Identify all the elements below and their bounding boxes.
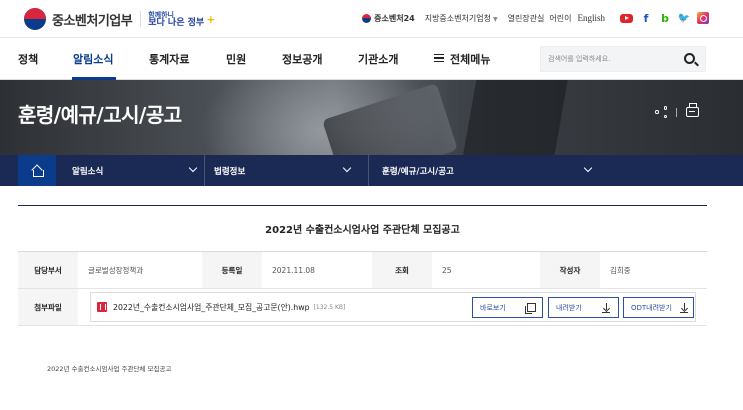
preview-icon (525, 303, 536, 314)
dept-label: 담당부서 (18, 252, 78, 288)
sme24-link[interactable]: 중소벤처24 (362, 13, 415, 24)
table-row: 첨부파일 2022년_수출컨소시엄사업_주관단체_모집_공고문(안).hwp [… (18, 289, 707, 326)
attachment-file-name[interactable]: 2022년_수출컨소시엄사업_주관단체_모집_공고문(안).hwp (113, 302, 310, 313)
gnb-item-civil[interactable]: 민원 (226, 51, 246, 67)
breadcrumb-level3[interactable]: 훈령/예규/고시/공고 (382, 155, 596, 186)
page-title: 훈령/예규/고시/공고 (18, 103, 182, 127)
hamburger-menu-icon (434, 54, 444, 62)
breadcrumb-level2[interactable]: 법령정보 (214, 155, 354, 186)
author-value: 김희중 (610, 265, 631, 275)
instagram-icon[interactable] (697, 12, 709, 24)
blog-icon[interactable]: b (659, 12, 671, 25)
author-label: 작성자 (540, 252, 600, 288)
search-icon[interactable] (684, 53, 695, 64)
search-box (540, 46, 706, 72)
regional-office-dropdown[interactable]: 지방중소벤처기업청 ▼ (425, 13, 498, 24)
sme24-icon (362, 13, 372, 23)
all-menu-button[interactable]: 전체메뉴 (434, 51, 490, 67)
chevron-down-icon (342, 163, 352, 173)
tools-divider (676, 107, 677, 117)
gnb-item-policy[interactable]: 정책 (18, 51, 38, 67)
home-button[interactable] (18, 155, 56, 186)
logo-text: 중소벤처기업부 (52, 13, 133, 29)
chevron-down-icon (188, 163, 198, 173)
attachment-box: 2022년_수출컨소시엄사업_주관단체_모집_공고문(안).hwp [132.5… (90, 292, 696, 322)
taegeuk-logo-icon (24, 8, 46, 30)
page-tools (655, 103, 699, 118)
slogan-big: 보다 나은 정부 (148, 18, 205, 28)
facebook-icon[interactable]: f (640, 12, 652, 25)
date-label: 등록일 (202, 252, 262, 288)
government-slogan: 함께하니 보다 나은 정부 (140, 11, 205, 28)
attachment-file-size: [132.5 KB] (313, 303, 346, 311)
dept-value: 글로벌성장정책과 (88, 265, 144, 275)
top-utility-bar: 중소벤처기업부 함께하니 보다 나은 정부 + 중소벤처24 지방중소벤처기업청… (0, 0, 743, 38)
date-value: 2021.11.08 (272, 265, 315, 275)
breadcrumb-divider (368, 155, 369, 186)
breadcrumb-divider (204, 155, 205, 186)
breadcrumb-level1[interactable]: 알림소식 (72, 155, 202, 186)
banner-background-shadow (462, 80, 568, 155)
open-office-link[interactable]: 열린장관실 (508, 13, 545, 24)
article-top-rule (18, 205, 707, 206)
page-banner: 훈령/예규/고시/공고 (0, 80, 743, 155)
utility-links: 중소벤처24 지방중소벤처기업청 ▼ 열린장관실 어린이 English f b … (352, 12, 709, 25)
plus-icon: + (206, 12, 216, 26)
hwp-file-icon (97, 302, 107, 312)
breadcrumb: 알림소식 법령정보 훈령/예규/고시/공고 (0, 155, 743, 186)
article-title: 2022년 수출컨소시엄사업 주관단체 모집공고 (265, 225, 460, 236)
download-button[interactable]: 내려받기 (548, 297, 619, 318)
print-icon[interactable] (686, 103, 699, 117)
home-icon (32, 166, 44, 177)
chevron-down-icon (583, 163, 593, 173)
views-label: 조회 (372, 252, 432, 288)
table-row: 담당부서 글로벌성장정책과 등록일 2021.11.08 조회 25 작성자 김… (18, 252, 707, 289)
twitter-icon[interactable]: 🐦 (678, 12, 690, 24)
gnb-item-news[interactable]: 알림소식 (73, 51, 113, 67)
kids-link[interactable]: 어린이 (549, 13, 571, 24)
download-icon (680, 303, 688, 313)
gnb-item-disclosure[interactable]: 정보공개 (282, 51, 322, 67)
social-links: f b 🐦 (613, 12, 709, 25)
youtube-icon[interactable] (620, 13, 633, 23)
views-value: 25 (442, 265, 452, 275)
caret-down-icon: ▼ (492, 15, 498, 23)
search-input[interactable] (548, 55, 678, 63)
english-link[interactable]: English (577, 13, 605, 23)
article-body: 2022년 수출컨소시엄사업 주관단체 모집공고 (47, 365, 172, 373)
ministry-logo[interactable]: 중소벤처기업부 함께하니 보다 나은 정부 + (24, 8, 215, 30)
view-button[interactable]: 바로보기 (472, 297, 543, 318)
gnb-item-about[interactable]: 기관소개 (358, 51, 398, 67)
article-info-table: 담당부서 글로벌성장정책과 등록일 2021.11.08 조회 25 작성자 김… (18, 251, 707, 326)
odt-download-button[interactable]: ODT내려받기 (623, 297, 694, 318)
gnb-item-statistics[interactable]: 통계자료 (149, 51, 189, 67)
attachment-label: 첨부파일 (18, 289, 78, 325)
share-icon[interactable] (655, 106, 667, 118)
download-icon (602, 303, 610, 313)
